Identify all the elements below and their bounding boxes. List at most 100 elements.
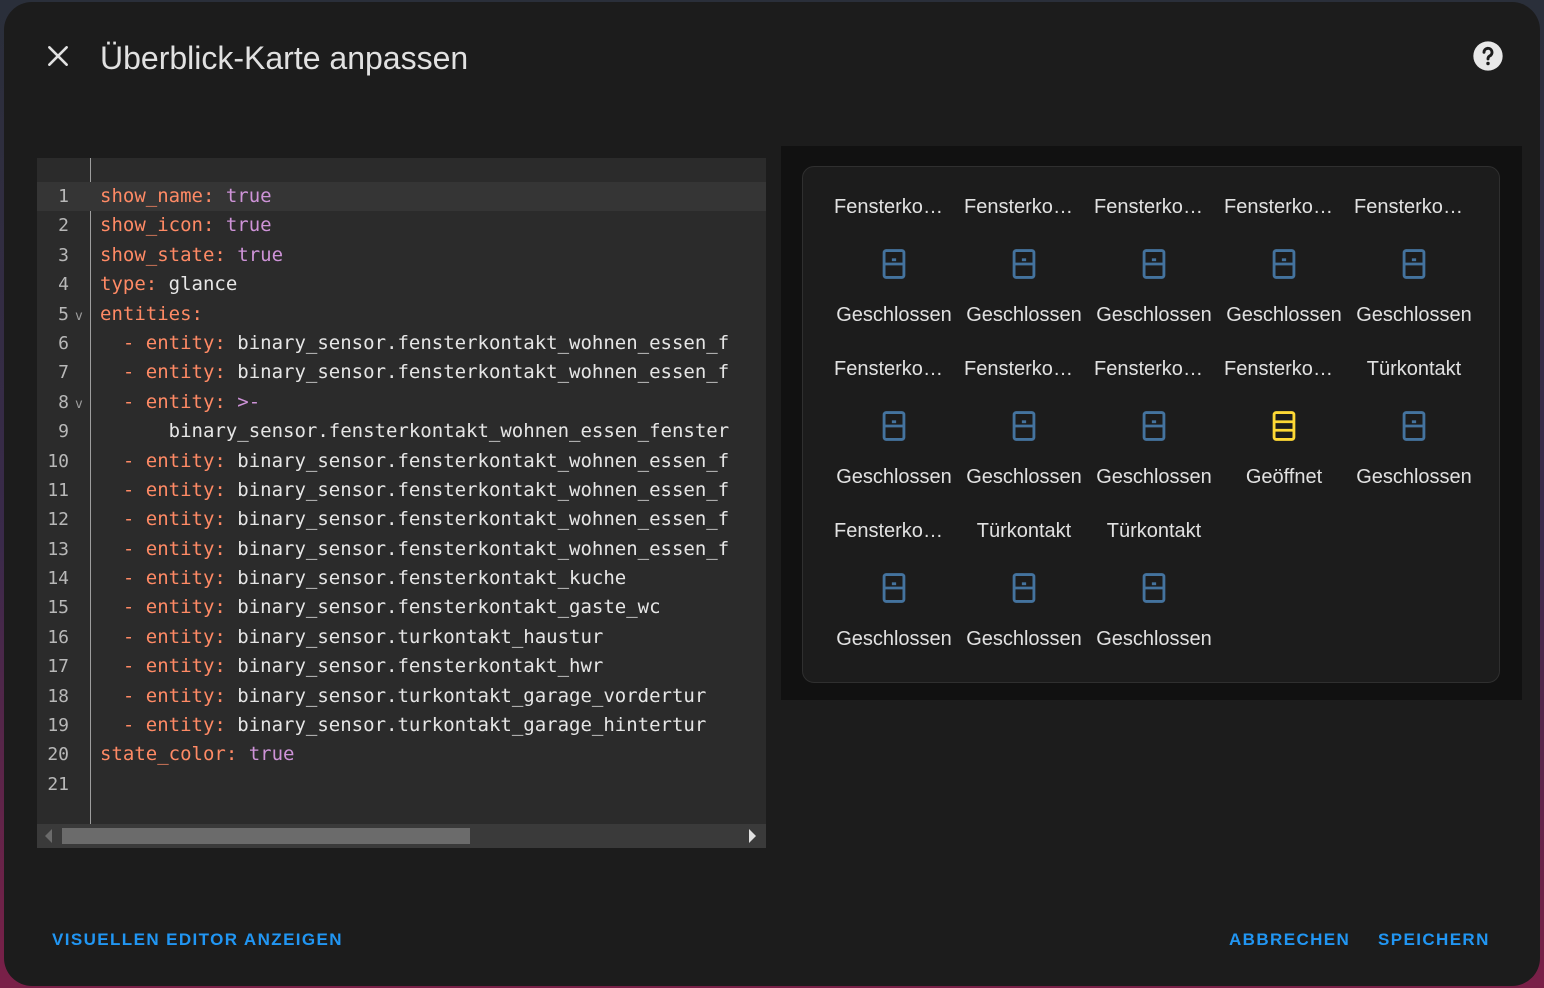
code-text: binary_sensor.fensterkontakt_wohnen_esse… [100, 417, 730, 446]
yaml-key: entity [145, 537, 215, 560]
yaml-key: entity [145, 684, 215, 707]
entity-state: Geschlossen [1226, 304, 1342, 326]
code-line[interactable]: 10 - entity: binary_sensor.fensterkontak… [37, 447, 766, 476]
code-line[interactable]: 5 v entities: [37, 300, 766, 329]
close-button[interactable] [34, 32, 82, 80]
yaml-key: state_color [100, 743, 226, 766]
yaml-value: binary_sensor.fensterkontakt_wohnen_esse… [237, 331, 730, 354]
glance-entity[interactable]: Fensterkontakt Geschlossen [829, 349, 959, 511]
line-number: 19 [47, 715, 69, 737]
entity-state: Geschlossen [1096, 304, 1212, 326]
yaml-value: true [237, 243, 284, 266]
code-line[interactable]: 6 - entity: binary_sensor.fensterkontakt… [37, 329, 766, 358]
window-closed-icon [1137, 247, 1171, 281]
line-number: 10 [47, 450, 69, 472]
horizontal-scrollbar[interactable] [37, 824, 766, 848]
glance-entity[interactable]: Fensterkontakt Geschlossen [1089, 187, 1219, 349]
show-visual-editor-button[interactable]: Visuellen Editor anzeigen [52, 930, 343, 950]
yaml-value: binary_sensor.fensterkontakt_wohnen_esse… [237, 478, 730, 501]
glance-entity[interactable]: Türkontakt Geschlossen [1349, 349, 1479, 511]
code-line[interactable]: 15 - entity: binary_sensor.fensterkontak… [37, 593, 766, 622]
line-number: 12 [47, 509, 69, 531]
entity-name: Fensterkontakt [1094, 358, 1214, 380]
glance-entity[interactable]: Fensterkontakt Geschlossen [959, 349, 1089, 511]
glance-entity[interactable]: Fensterkontakt Geschlossen [829, 511, 959, 673]
glance-entity[interactable]: Fensterkontakt Geschlossen [1219, 187, 1349, 349]
yaml-key: entity [145, 361, 215, 384]
yaml-key: entity [145, 478, 215, 501]
yaml-key: entity [145, 625, 215, 648]
code-line[interactable]: 11 - entity: binary_sensor.fensterkontak… [37, 476, 766, 505]
entity-state: Geöffnet [1245, 466, 1323, 488]
glance-entity[interactable]: Fensterkontakt Geschlossen [959, 187, 1089, 349]
line-number: 2 [58, 215, 69, 237]
glance-entity[interactable]: Fensterkontakt Geschlossen [1349, 187, 1479, 349]
line-number: 9 [58, 421, 69, 443]
code-line[interactable]: 9 binary_sensor.fensterkontakt_wohnen_es… [37, 417, 766, 446]
code-line[interactable]: 8v - entity: >- [37, 388, 766, 417]
yaml-key: entity [145, 390, 215, 413]
yaml-value: true [225, 214, 272, 237]
glance-entity[interactable]: Türkontakt Geschlossen [1089, 511, 1219, 673]
code-line[interactable]: 13 - entity: binary_sensor.fensterkontak… [37, 535, 766, 564]
line-number: 7 [58, 362, 69, 384]
glance-entity[interactable]: Fensterkontakt Geschlossen [1089, 349, 1219, 511]
yaml-value: binary_sensor.fensterkontakt_wohnen_esse… [237, 449, 730, 472]
code-line[interactable]: 2 show_icon: true [37, 211, 766, 240]
save-button[interactable]: Speichern [1378, 930, 1490, 950]
code-line[interactable]: 7 - entity: binary_sensor.fensterkontakt… [37, 358, 766, 387]
glance-entity[interactable]: Fensterkontakt Geöffnet [1219, 349, 1349, 511]
code-text: state_color: true [100, 743, 295, 766]
entity-grid: Fensterkontakt Geschlossen Fensterkontakt G… [829, 187, 1479, 673]
code-text: entities: [100, 302, 215, 325]
glance-entity[interactable]: Fensterkontakt Geschlossen [829, 187, 959, 349]
code-line[interactable]: 12 - entity: binary_sensor.fensterkontak… [37, 505, 766, 534]
fold-chevron-icon[interactable]: v [75, 390, 83, 419]
yaml-key: entity [145, 655, 215, 678]
entity-name: Fensterkontakt [834, 358, 954, 380]
edit-card-dialog: Überblick-Karte anpassen 1 show_name: tru… [4, 2, 1540, 986]
glance-entity[interactable]: Türkontakt Geschlossen [959, 511, 1089, 673]
code-line[interactable]: 16 - entity: binary_sensor.turkontakt_ha… [37, 623, 766, 652]
entity-name: Fensterkontakt [1354, 196, 1474, 218]
scrollbar-thumb[interactable] [62, 828, 470, 844]
code-text: - entity: binary_sensor.fensterkontakt_h… [100, 655, 604, 678]
scroll-left-arrow[interactable] [45, 829, 52, 843]
code-text: - entity: binary_sensor.turkontakt_haust… [100, 625, 604, 648]
code-line[interactable]: 4 type: glance [37, 270, 766, 299]
line-number: 5 [58, 303, 69, 325]
code-line[interactable]: 3 show_state: true [37, 241, 766, 270]
code-line[interactable]: 19 - entity: binary_sensor.turkontakt_ga… [37, 711, 766, 740]
window-closed-icon [1267, 247, 1301, 281]
code-text: - entity: binary_sensor.fensterkontakt_k… [100, 567, 627, 590]
help-circle-icon [1473, 41, 1503, 71]
window-open-icon [1267, 409, 1301, 443]
scroll-right-arrow[interactable] [749, 829, 756, 843]
code-line[interactable]: 21 [37, 770, 766, 799]
entity-state: Geschlossen [836, 466, 952, 488]
code-text: - entity: binary_sensor.fensterkontakt_g… [100, 596, 661, 619]
entity-state: Geschlossen [966, 304, 1082, 326]
yaml-value: binary_sensor.turkontakt_garage_hintertu… [237, 714, 707, 737]
code-line[interactable]: 14 - entity: binary_sensor.fensterkontak… [37, 564, 766, 593]
fold-chevron-icon[interactable]: v [75, 302, 83, 331]
entity-name: Fensterkontakt [964, 358, 1084, 380]
help-button[interactable] [1464, 32, 1512, 80]
line-number: 11 [47, 479, 69, 501]
code-lines[interactable]: 1 show_name: true 2 show_icon: true 3 show_st… [37, 182, 766, 799]
yaml-key: entity [145, 714, 215, 737]
entity-name: Türkontakt [1106, 520, 1202, 542]
window-closed-icon [877, 571, 911, 605]
code-line[interactable]: 18 - entity: binary_sensor.turkontakt_ga… [37, 682, 766, 711]
code-line[interactable]: 17 - entity: binary_sensor.fensterkontak… [37, 652, 766, 681]
code-line[interactable]: 20 state_color: true [37, 740, 766, 769]
cancel-button[interactable]: Abbrechen [1229, 930, 1350, 950]
window-closed-icon [1007, 409, 1041, 443]
code-text: show_state: true [100, 243, 284, 266]
dialog-title: Überblick-Karte anpassen [100, 40, 469, 76]
code-line[interactable]: 1 show_name: true [37, 182, 766, 212]
entity-name: Fensterkontakt [964, 196, 1084, 218]
code-text: - entity: binary_sensor.fensterkontakt_w… [100, 508, 730, 531]
yaml-code-editor[interactable]: 1 show_name: true 2 show_icon: true 3 show_st… [37, 158, 766, 848]
code-text: - entity: binary_sensor.fensterkontakt_w… [100, 361, 730, 384]
